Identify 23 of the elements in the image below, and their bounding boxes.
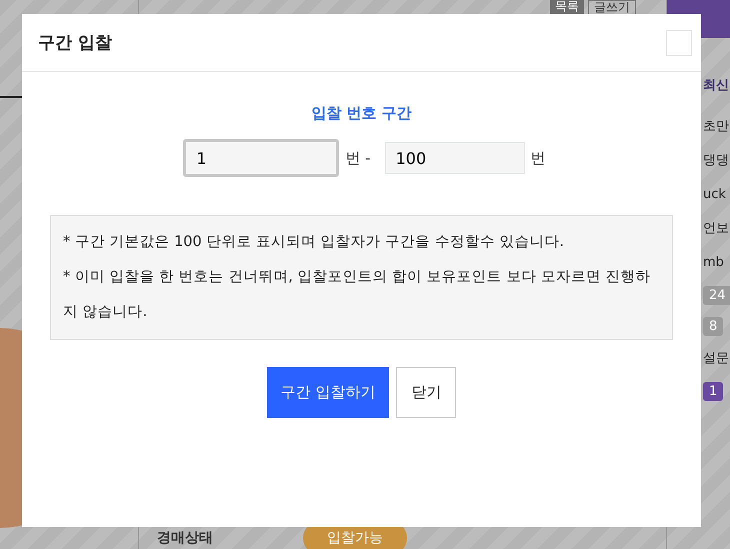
number-input-field[interactable]: 100 <box>384 142 525 174</box>
sidebar-link[interactable]: 댕댕 <box>703 150 729 172</box>
notice-text: * 구간 기본값은 100 단위로 표시되며 입찰자가 구간을 수정할수 있습니다. <box>63 233 566 252</box>
submit-button[interactable]: 구간 입찰하기 <box>266 367 390 418</box>
range-heading: 입찰 번호 구간 <box>311 104 412 123</box>
status-label: 경매상태 <box>157 529 213 547</box>
number-input-field[interactable]: 1 <box>183 139 340 177</box>
sidebar-link[interactable]: 설문 <box>703 348 729 370</box>
count-badge: 8 <box>703 317 724 336</box>
notice-text: * 이미 입찰을 한 번호는 건너뛰며, 입찰포인트의 합이 보유포인트 보다 모자르면 진행하지 않습니다. <box>63 268 652 322</box>
unit-label: 번 <box>530 148 546 168</box>
unit-label: 번 - <box>345 148 371 168</box>
board-button[interactable]: 목록 <box>550 0 584 15</box>
count-badge: 24 <box>703 286 730 305</box>
sidebar-link[interactable]: 초만 <box>703 116 729 138</box>
close-button[interactable] <box>666 30 692 56</box>
sidebar-heading: 최신 <box>703 77 730 94</box>
sidebar-link[interactable]: 언보 <box>703 218 729 240</box>
sidebar-link[interactable]: mb <box>703 252 724 274</box>
count-badge: 1 <box>703 382 724 401</box>
sidebar-link[interactable]: uck <box>703 184 726 206</box>
close-dialog-button[interactable]: 닫기 <box>396 367 456 418</box>
dialog-title: 구간 입찰 <box>38 32 112 54</box>
